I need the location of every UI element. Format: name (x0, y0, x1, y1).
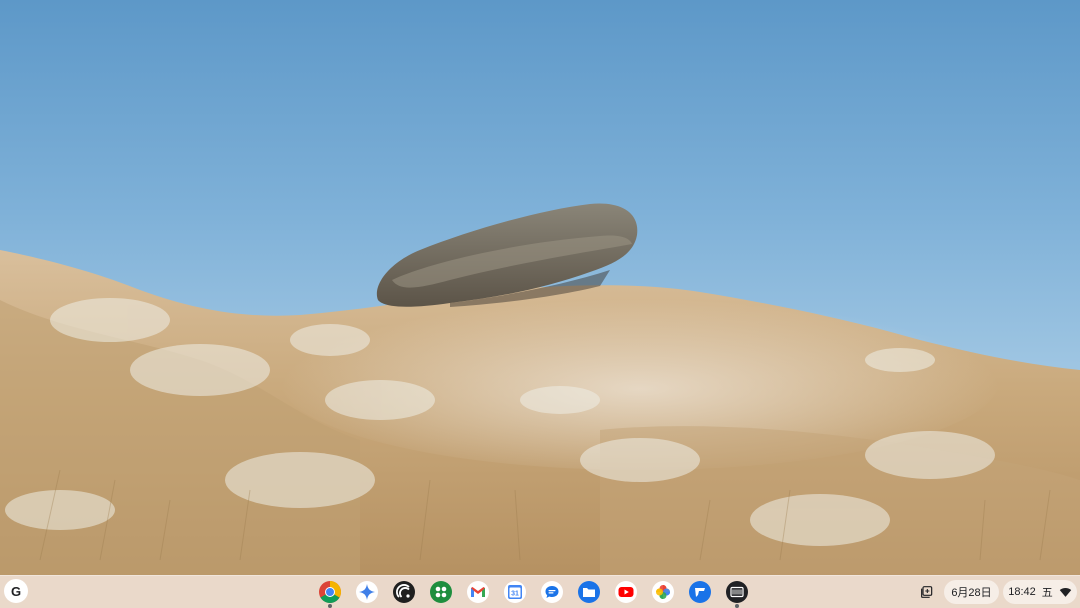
date-label: 6月28日 (951, 587, 992, 599)
wifi-icon (1059, 587, 1071, 597)
gmail-icon (467, 581, 489, 603)
photos-icon (652, 581, 674, 603)
feedback-app[interactable] (688, 580, 712, 604)
launcher-label: G (10, 583, 22, 599)
workspace-app[interactable] (429, 580, 453, 604)
files-app[interactable] (577, 580, 601, 604)
calendar-day-label: 31 (511, 591, 519, 598)
youtube-icon (615, 581, 637, 603)
youtube-app[interactable] (614, 580, 638, 604)
chrome-app[interactable] (318, 580, 342, 608)
gmail-app[interactable] (466, 580, 490, 604)
terminal-icon (726, 581, 748, 603)
calendar-app[interactable]: 31 (503, 580, 527, 604)
pinned-apps: 31 (318, 576, 749, 608)
chrome-icon (319, 581, 341, 603)
date-tray-button[interactable]: 6月28日 (944, 580, 999, 604)
gemini-app[interactable] (355, 580, 379, 604)
feedback-icon (689, 581, 711, 603)
holding-space-icon (921, 586, 933, 598)
shelf: G 31 6月28日 18:42 五 (0, 575, 1080, 608)
running-indicator (735, 604, 739, 608)
time-label: 18:42 (1008, 586, 1036, 598)
terminal-app[interactable] (725, 580, 749, 608)
audio-app[interactable] (392, 580, 416, 604)
audio-app-icon (393, 581, 415, 603)
status-area-button[interactable]: 18:42 五 (1003, 580, 1077, 604)
files-icon (578, 581, 600, 603)
gemini-icon (356, 581, 378, 603)
desktop-wallpaper (0, 0, 1080, 608)
running-indicator (328, 604, 332, 608)
tote-button[interactable] (915, 580, 939, 604)
weekday-label: 五 (1041, 587, 1053, 599)
photos-app[interactable] (651, 580, 675, 604)
launcher-button[interactable]: G (4, 579, 28, 603)
calendar-icon: 31 (504, 581, 526, 603)
workspace-icon (430, 581, 452, 603)
messages-app[interactable] (540, 580, 564, 604)
messages-icon (541, 581, 563, 603)
